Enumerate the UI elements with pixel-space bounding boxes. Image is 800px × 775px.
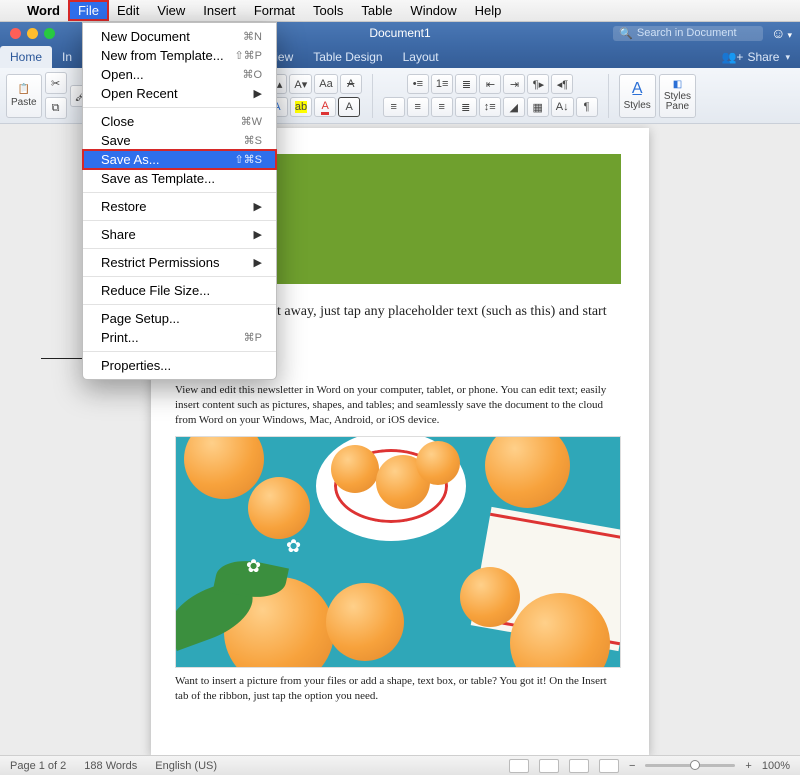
draft-view-button[interactable] (599, 759, 619, 773)
tab-insert[interactable]: In (52, 46, 82, 68)
indent-left-button[interactable]: ⇤ (479, 74, 501, 94)
menu-edit[interactable]: Edit (108, 1, 148, 20)
styles-icon: A̲ (632, 80, 643, 98)
chevron-right-icon: ▶ (254, 200, 262, 213)
cut-button[interactable]: ✂ (45, 72, 67, 94)
copy-button[interactable]: ⧉ (45, 97, 67, 119)
divider (608, 74, 609, 118)
zoom-out-button[interactable]: − (629, 760, 635, 772)
chevron-right-icon: ▶ (254, 256, 262, 269)
menu-tools[interactable]: Tools (304, 1, 352, 20)
search-placeholder: Search in Document (637, 27, 737, 39)
menu-save-as[interactable]: Save As...⇧⌘S (83, 150, 276, 169)
zoom-in-button[interactable]: + (745, 760, 751, 772)
show-marks-button[interactable]: ¶ (576, 97, 598, 117)
body-paragraph-2[interactable]: Want to insert a picture from your files… (175, 674, 621, 704)
menu-help[interactable]: Help (466, 1, 511, 20)
ltr-button[interactable]: ¶▸ (527, 74, 549, 94)
status-words[interactable]: 188 Words (84, 760, 137, 772)
clear-formatting-button[interactable]: A (340, 74, 362, 94)
user-icon[interactable]: ☺▾ (771, 25, 792, 41)
styles-button[interactable]: A̲ Styles (619, 74, 656, 118)
change-case-button[interactable]: Aa (314, 74, 337, 94)
menu-new-document[interactable]: New Document⌘N (83, 27, 276, 46)
chevron-right-icon: ▶ (254, 87, 262, 100)
rtl-button[interactable]: ◂¶ (551, 74, 573, 94)
borders-button[interactable]: ▦ (527, 97, 549, 117)
menu-file[interactable]: File (69, 1, 108, 20)
tab-home[interactable]: Home (0, 46, 52, 68)
menu-new-from-template[interactable]: New from Template...⇧⌘P (83, 46, 276, 65)
numbering-button[interactable]: 1≡ (431, 74, 454, 94)
file-menu-dropdown: New Document⌘N New from Template...⇧⌘P O… (82, 22, 277, 380)
menu-table[interactable]: Table (352, 1, 401, 20)
menu-save-as-template[interactable]: Save as Template... (83, 169, 276, 188)
menu-reduce-file-size[interactable]: Reduce File Size... (83, 281, 276, 300)
align-center-button[interactable]: ≡ (407, 97, 429, 117)
justify-button[interactable]: ≣ (455, 97, 477, 117)
tab-table-design[interactable]: Table Design (303, 46, 392, 68)
multilevel-button[interactable]: ≣ (455, 74, 477, 94)
shading-button[interactable]: ◢ (503, 97, 525, 117)
status-page[interactable]: Page 1 of 2 (10, 760, 66, 772)
menu-window[interactable]: Window (401, 1, 465, 20)
status-bar: Page 1 of 2 188 Words English (US) − + 1… (0, 755, 800, 775)
minimize-icon[interactable] (27, 28, 38, 39)
pane-icon: ◧ (673, 79, 682, 90)
menu-open[interactable]: Open...⌘O (83, 65, 276, 84)
body-paragraph-1[interactable]: View and edit this newsletter in Word on… (175, 383, 621, 428)
mac-menubar: Word File Edit View Insert Format Tools … (0, 0, 800, 22)
outline-view-button[interactable] (569, 759, 589, 773)
web-layout-view-button[interactable] (539, 759, 559, 773)
menu-save[interactable]: Save⌘S (83, 131, 276, 150)
menu-open-recent[interactable]: Open Recent▶ (83, 84, 276, 103)
window-controls[interactable] (0, 28, 55, 39)
font-color-button[interactable]: A (314, 97, 336, 117)
scissors-icon: ✂ (51, 77, 60, 90)
character-border-button[interactable]: A (338, 97, 360, 117)
document-title: Document1 (369, 26, 430, 40)
clipboard-icon: 📋 (18, 84, 30, 95)
menu-view[interactable]: View (148, 1, 194, 20)
menu-insert[interactable]: Insert (194, 1, 245, 20)
menu-restore[interactable]: Restore▶ (83, 197, 276, 216)
status-language[interactable]: English (US) (155, 760, 217, 772)
shrink-font-button[interactable]: A▾ (289, 74, 312, 94)
print-layout-view-button[interactable] (509, 759, 529, 773)
close-icon[interactable] (10, 28, 21, 39)
zoom-level[interactable]: 100% (762, 760, 790, 772)
chevron-right-icon: ▶ (254, 228, 262, 241)
menu-format[interactable]: Format (245, 1, 304, 20)
menu-restrict-permissions[interactable]: Restrict Permissions▶ (83, 253, 276, 272)
content-image[interactable]: ✿ ✿ (175, 436, 621, 668)
app-menu[interactable]: Word (18, 1, 69, 20)
tab-layout[interactable]: Layout (393, 46, 449, 68)
zoom-slider[interactable] (645, 764, 735, 767)
share-button[interactable]: 👥+Share▾ (711, 46, 800, 68)
share-icon: 👥+ (721, 50, 743, 64)
divider (372, 74, 373, 118)
search-input[interactable]: 🔍 Search in Document (613, 26, 763, 41)
sort-button[interactable]: A↓ (551, 97, 574, 117)
copy-icon: ⧉ (52, 102, 60, 115)
align-right-button[interactable]: ≡ (431, 97, 453, 117)
zoom-icon[interactable] (44, 28, 55, 39)
align-left-button[interactable]: ≡ (383, 97, 405, 117)
menu-close[interactable]: Close⌘W (83, 112, 276, 131)
menu-share[interactable]: Share▶ (83, 225, 276, 244)
styles-pane-button[interactable]: ◧ Styles Pane (659, 74, 696, 118)
menu-properties[interactable]: Properties... (83, 356, 276, 375)
menu-print[interactable]: Print...⌘P (83, 328, 276, 347)
search-icon: 🔍 (619, 27, 633, 40)
paste-button[interactable]: 📋 Paste (6, 74, 42, 118)
indent-right-button[interactable]: ⇥ (503, 74, 525, 94)
highlight-button[interactable]: ab (290, 97, 312, 117)
bullets-button[interactable]: •≡ (407, 74, 429, 94)
menu-page-setup[interactable]: Page Setup... (83, 309, 276, 328)
line-spacing-button[interactable]: ↕≡ (479, 97, 501, 117)
